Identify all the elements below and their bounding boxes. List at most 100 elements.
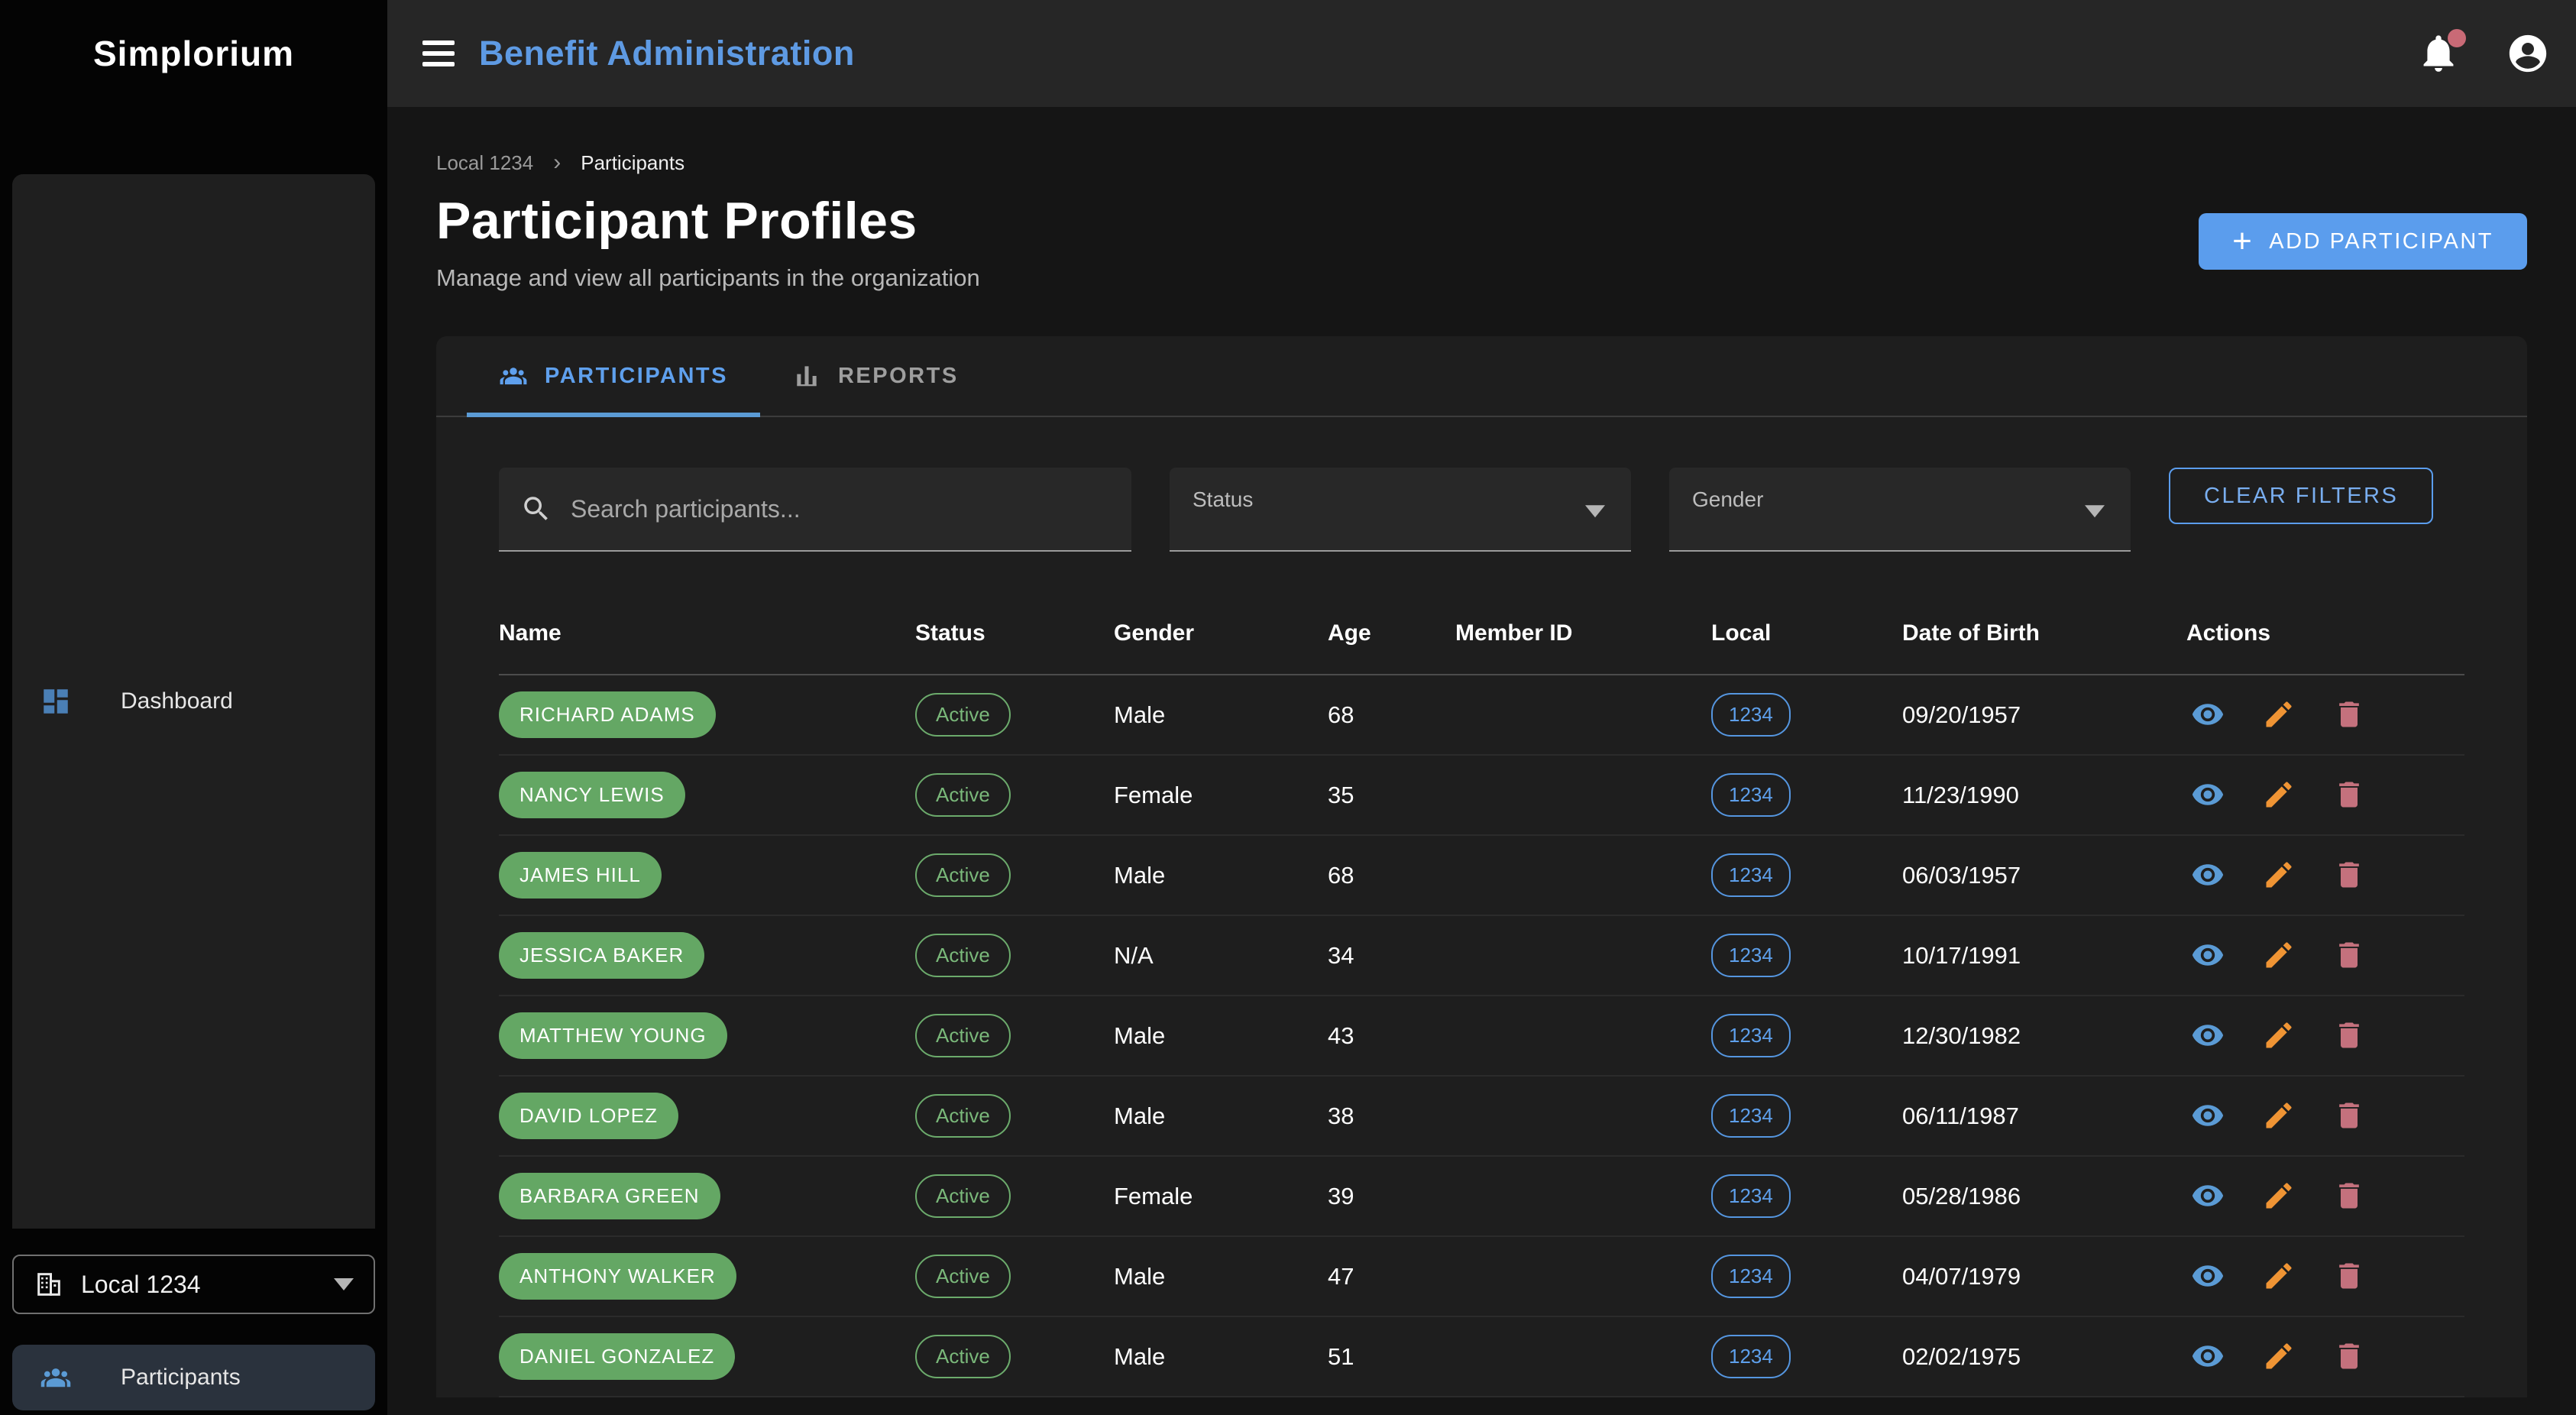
table-header-row: Name Status Gender Age Member ID Local D… — [499, 601, 2464, 675]
age-cell: 39 — [1328, 1156, 1455, 1236]
delete-button[interactable] — [2328, 1255, 2371, 1297]
gender-select[interactable]: Gender — [1669, 468, 2131, 552]
participant-name-badge: DANIEL GONZALEZ — [499, 1333, 735, 1380]
edit-button[interactable] — [2257, 1094, 2300, 1137]
dashboard-icon — [40, 685, 72, 717]
edit-button[interactable] — [2257, 773, 2300, 816]
dob-cell: 10/17/1991 — [1902, 915, 2186, 996]
menu-icon[interactable] — [422, 40, 455, 66]
pencil-icon — [2262, 1099, 2296, 1132]
table-row: DAVID LOPEZ Active Male 38 1234 06/11/19… — [499, 1076, 2464, 1156]
member-id-cell — [1455, 835, 1711, 915]
view-button[interactable] — [2186, 1335, 2229, 1378]
tab-bar: PARTICIPANTS REPORTS — [436, 336, 2527, 417]
age-cell: 38 — [1328, 1076, 1455, 1156]
participants-card: PARTICIPANTS REPORTS — [436, 336, 2527, 1397]
tab-reports[interactable]: REPORTS — [760, 336, 991, 416]
edit-button[interactable] — [2257, 1174, 2300, 1217]
active-tab-indicator — [467, 413, 760, 417]
add-participant-label: ADD PARTICIPANT — [2269, 229, 2493, 254]
delete-button[interactable] — [2328, 1014, 2371, 1057]
search-input[interactable] — [571, 495, 1110, 523]
view-button[interactable] — [2186, 1174, 2229, 1217]
local-badge: 1234 — [1711, 1094, 1791, 1138]
building-icon — [34, 1269, 64, 1300]
member-id-cell — [1455, 755, 1711, 835]
search-icon — [520, 493, 552, 525]
topbar: Benefit Administration — [387, 0, 2576, 107]
title-row: Participant Profiles Manage and view all… — [436, 191, 2527, 292]
table-row: DANIEL GONZALEZ Active Male 51 1234 02/0… — [499, 1316, 2464, 1397]
local-badge: 1234 — [1711, 934, 1791, 977]
delete-button[interactable] — [2328, 853, 2371, 896]
edit-button[interactable] — [2257, 693, 2300, 736]
breadcrumb-parent[interactable]: Local 1234 — [436, 151, 533, 175]
clear-filters-label: CLEAR FILTERS — [2204, 484, 2398, 509]
edit-button[interactable] — [2257, 1335, 2300, 1378]
edit-button[interactable] — [2257, 1255, 2300, 1297]
sidebar-item-label: Participants — [121, 1365, 241, 1391]
participant-name-badge: RICHARD ADAMS — [499, 691, 716, 738]
view-button[interactable] — [2186, 934, 2229, 976]
delete-button[interactable] — [2328, 1335, 2371, 1378]
status-select[interactable]: Status — [1170, 468, 1631, 552]
trash-icon — [2332, 778, 2366, 811]
gender-cell: N/A — [1114, 915, 1328, 996]
status-badge: Active — [915, 693, 1011, 737]
member-id-cell — [1455, 675, 1711, 755]
column-header-name: Name — [499, 601, 915, 675]
sidebar-nav: Dashboard Local 1234 — [0, 107, 387, 1415]
notifications-button[interactable] — [2417, 32, 2460, 75]
local-badge: 1234 — [1711, 1255, 1791, 1298]
sidebar-item-dashboard[interactable]: Dashboard — [12, 174, 375, 1229]
view-button[interactable] — [2186, 773, 2229, 816]
org-selector-value: Local 1234 — [81, 1271, 201, 1299]
eye-icon — [2191, 938, 2225, 972]
tab-participants[interactable]: PARTICIPANTS — [467, 336, 760, 416]
pencil-icon — [2262, 1339, 2296, 1373]
age-cell: 43 — [1328, 996, 1455, 1076]
edit-button[interactable] — [2257, 853, 2300, 896]
edit-button[interactable] — [2257, 934, 2300, 976]
chevron-right-icon: › — [553, 150, 561, 176]
participants-table: Name Status Gender Age Member ID Local D… — [499, 601, 2464, 1397]
view-button[interactable] — [2186, 693, 2229, 736]
dob-cell: 12/30/1982 — [1902, 996, 2186, 1076]
page-title: Participant Profiles — [436, 191, 980, 251]
eye-icon — [2191, 858, 2225, 892]
table-row: ANTHONY WALKER Active Male 47 1234 04/07… — [499, 1236, 2464, 1316]
status-badge: Active — [915, 1174, 1011, 1218]
delete-button[interactable] — [2328, 1094, 2371, 1137]
status-badge: Active — [915, 1255, 1011, 1298]
delete-button[interactable] — [2328, 934, 2371, 976]
sidebar-item-participants[interactable]: Participants — [12, 1345, 375, 1410]
status-badge: Active — [915, 934, 1011, 977]
clear-filters-button[interactable]: CLEAR FILTERS — [2169, 468, 2433, 524]
pencil-icon — [2262, 778, 2296, 811]
participant-name-badge: MATTHEW YOUNG — [499, 1012, 727, 1059]
status-badge: Active — [915, 773, 1011, 817]
delete-button[interactable] — [2328, 773, 2371, 816]
gender-select-label: Gender — [1692, 487, 1763, 512]
eye-icon — [2191, 1018, 2225, 1052]
status-badge: Active — [915, 1014, 1011, 1057]
delete-button[interactable] — [2328, 1174, 2371, 1217]
add-participant-button[interactable]: + ADD PARTICIPANT — [2199, 213, 2527, 270]
column-header-age: Age — [1328, 601, 1455, 675]
column-header-local: Local — [1711, 601, 1902, 675]
column-header-status: Status — [915, 601, 1114, 675]
gender-cell: Male — [1114, 996, 1328, 1076]
org-selector[interactable]: Local 1234 — [12, 1255, 375, 1314]
gender-cell: Male — [1114, 835, 1328, 915]
view-button[interactable] — [2186, 1014, 2229, 1057]
view-button[interactable] — [2186, 1255, 2229, 1297]
delete-button[interactable] — [2328, 693, 2371, 736]
edit-button[interactable] — [2257, 1014, 2300, 1057]
view-button[interactable] — [2186, 1094, 2229, 1137]
participant-name-badge: NANCY LEWIS — [499, 772, 685, 818]
participant-name-badge: JAMES HILL — [499, 852, 662, 899]
column-header-gender: Gender — [1114, 601, 1328, 675]
dob-cell: 06/11/1987 — [1902, 1076, 2186, 1156]
view-button[interactable] — [2186, 853, 2229, 896]
account-button[interactable] — [2506, 31, 2550, 76]
